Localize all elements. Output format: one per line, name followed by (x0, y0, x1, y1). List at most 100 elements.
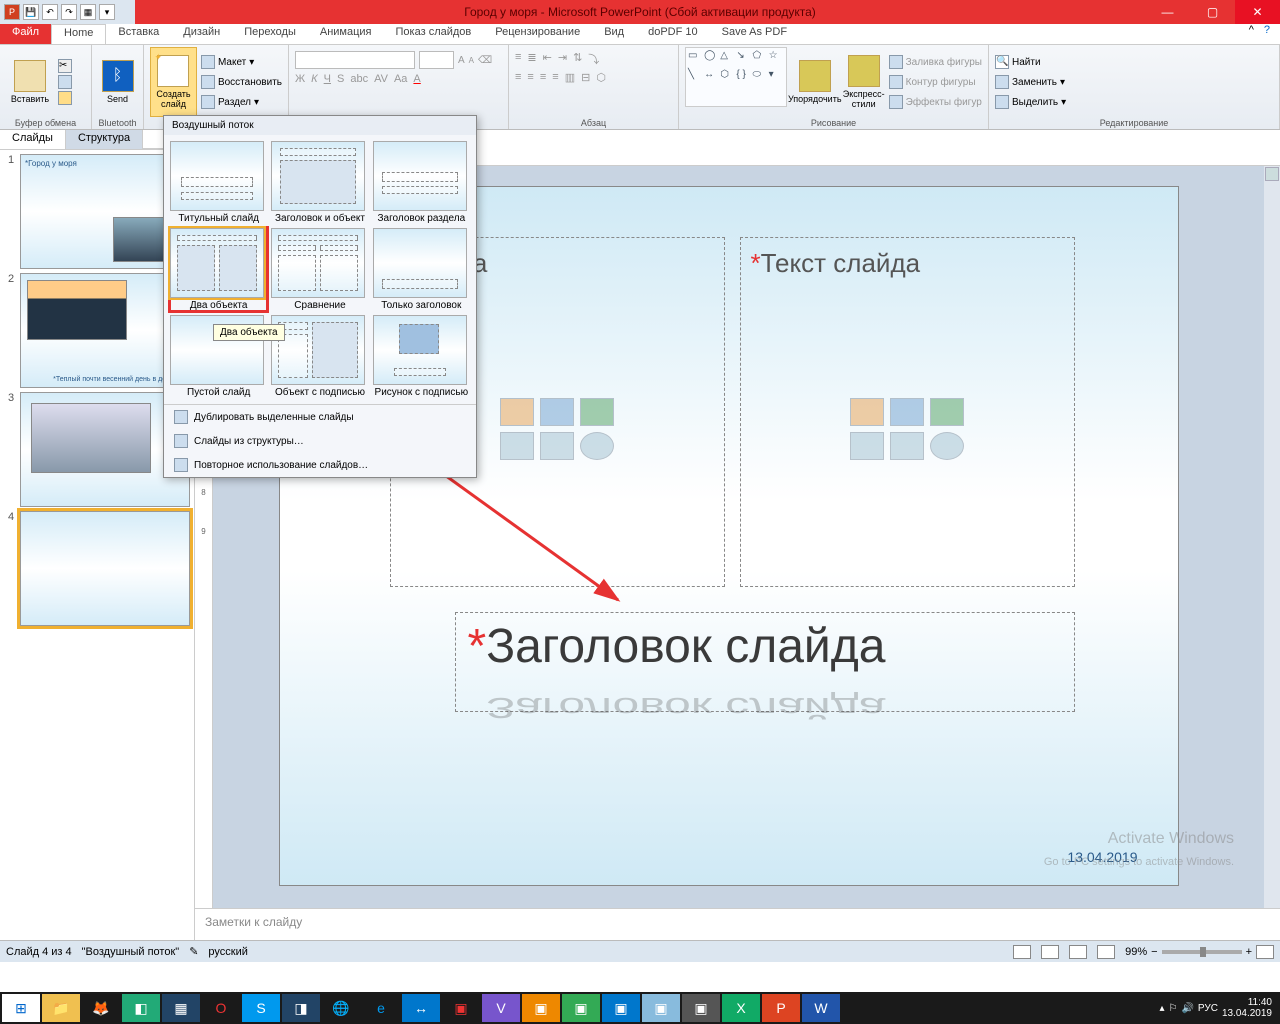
section-button[interactable]: Раздел ▾ (201, 93, 282, 111)
underline-icon[interactable]: Ч (324, 73, 331, 85)
font-name-combo[interactable] (295, 51, 415, 69)
slideshow-tab[interactable]: Показ слайдов (384, 24, 484, 44)
task-notepad[interactable]: ▣ (642, 994, 680, 1022)
zoom-slider[interactable] (1162, 950, 1242, 954)
view-tab[interactable]: Вид (592, 24, 636, 44)
font-size-combo[interactable] (419, 51, 454, 69)
format-painter-icon[interactable] (58, 91, 72, 105)
content-placeholder-right[interactable]: *Текст слайда (740, 237, 1075, 587)
tray-defender-icon[interactable]: ⚐ (1168, 1003, 1177, 1014)
normal-view-button[interactable] (1013, 945, 1031, 959)
duplicate-slides-action[interactable]: Дублировать выделенные слайды (164, 405, 476, 429)
task-app3[interactable]: ▣ (442, 994, 480, 1022)
insert-smartart-icon[interactable] (580, 398, 614, 426)
layout-comparison[interactable]: Сравнение (271, 228, 368, 311)
thumbnail-4[interactable]: 4 (4, 511, 190, 626)
ribbon-minimize-icon[interactable]: ^ (1249, 24, 1254, 44)
reuse-slides-action[interactable]: Повторное использование слайдов… (164, 453, 476, 477)
task-viber[interactable]: V (482, 994, 520, 1022)
save-icon[interactable]: 💾 (23, 4, 39, 20)
tray-lang[interactable]: РУС (1198, 1003, 1218, 1014)
new-slide-button[interactable]: ✦ Создать слайд (150, 47, 197, 117)
notes-pane[interactable]: Заметки к слайду (195, 908, 1280, 940)
qat-icon[interactable]: ▦ (80, 4, 96, 20)
align-left-icon[interactable]: ≡ (515, 71, 521, 84)
columns-icon[interactable]: ▥ (565, 71, 575, 84)
justify-icon[interactable]: ≡ (552, 71, 558, 84)
copy-icon[interactable] (58, 75, 72, 89)
align-text-icon[interactable]: ⊟ (581, 71, 590, 84)
maximize-button[interactable]: ▢ (1190, 0, 1235, 24)
bullets-icon[interactable]: ≡ (515, 51, 521, 67)
home-tab[interactable]: Home (51, 24, 106, 44)
task-teamviewer[interactable]: ↔ (402, 994, 440, 1022)
smartart-icon[interactable]: ⬡ (596, 71, 606, 84)
spacing-icon[interactable]: AV (374, 73, 388, 85)
task-excel[interactable]: X (722, 994, 760, 1022)
dopdf-tab[interactable]: doPDF 10 (636, 24, 710, 44)
task-vbox[interactable]: ◨ (282, 994, 320, 1022)
layout-title-content[interactable]: Заголовок и объект (271, 141, 368, 224)
task-powerpoint[interactable]: P (762, 994, 800, 1022)
slides-from-outline-action[interactable]: Слайды из структуры… (164, 429, 476, 453)
animation-tab[interactable]: Анимация (308, 24, 384, 44)
powerpoint-icon[interactable]: P (4, 4, 20, 20)
insert-picture-icon[interactable] (500, 432, 534, 460)
replace-button[interactable]: Заменить ▾ (995, 73, 1066, 91)
slide-counter[interactable]: Слайд 4 из 4 (6, 946, 72, 958)
vertical-scrollbar[interactable] (1264, 166, 1280, 908)
shape-effects-button[interactable]: Эффекты фигур (889, 93, 982, 111)
review-tab[interactable]: Рецензирование (483, 24, 592, 44)
insert-chart-icon[interactable] (890, 398, 924, 426)
spellcheck-icon[interactable]: ✎ (189, 945, 198, 958)
bluetooth-send-button[interactable]: ᛒ Send (98, 47, 137, 117)
arrange-button[interactable]: Упорядочить (791, 47, 839, 117)
align-right-icon[interactable]: ≡ (540, 71, 546, 84)
task-app1[interactable]: ◧ (122, 994, 160, 1022)
font-color-icon[interactable]: A (413, 73, 420, 85)
zoom-level[interactable]: 99% (1125, 946, 1147, 958)
quick-styles-button[interactable]: Экспресс-стили (843, 47, 885, 117)
shadow-icon[interactable]: S (337, 73, 344, 85)
shrink-font-icon[interactable]: A (469, 56, 474, 65)
shape-fill-button[interactable]: Заливка фигуры (889, 53, 982, 71)
grow-font-icon[interactable]: A (458, 55, 465, 66)
reset-button[interactable]: Восстановить (201, 73, 282, 91)
insert-table-icon[interactable] (850, 398, 884, 426)
task-edge[interactable]: e (362, 994, 400, 1022)
align-center-icon[interactable]: ≡ (527, 71, 533, 84)
numbering-icon[interactable]: ≣ (527, 51, 536, 67)
select-button[interactable]: Выделить ▾ (995, 93, 1066, 111)
task-firefox[interactable]: 🦊 (82, 994, 120, 1022)
task-opera[interactable]: O (202, 994, 240, 1022)
italic-icon[interactable]: К (311, 73, 317, 85)
strike-icon[interactable]: abc (350, 73, 368, 85)
task-skype[interactable]: S (242, 994, 280, 1022)
insert-clipart-icon[interactable] (540, 432, 574, 460)
outline-tab[interactable]: Структура (66, 130, 143, 149)
insert-picture-icon[interactable] (850, 432, 884, 460)
design-tab[interactable]: Дизайн (171, 24, 232, 44)
task-app2[interactable]: ▦ (162, 994, 200, 1022)
scroll-up-icon[interactable] (1265, 167, 1279, 181)
insert-media-icon[interactable] (930, 432, 964, 460)
insert-media-icon[interactable] (580, 432, 614, 460)
task-explorer[interactable]: 📁 (42, 994, 80, 1022)
task-app5[interactable]: ▣ (562, 994, 600, 1022)
minimize-button[interactable]: — (1145, 0, 1190, 24)
transitions-tab[interactable]: Переходы (232, 24, 308, 44)
insert-smartart-icon[interactable] (930, 398, 964, 426)
shapes-gallery[interactable]: ▭◯△↘⬠☆ ╲↔⬡{ }⬭▾ (685, 47, 787, 107)
layout-title-slide[interactable]: Титульный слайд (170, 141, 267, 224)
start-button[interactable]: ⊞ (2, 994, 40, 1022)
insert-tab[interactable]: Вставка (106, 24, 171, 44)
line-spacing-icon[interactable]: ⇅ (573, 51, 582, 67)
layout-section-header[interactable]: Заголовок раздела (373, 141, 470, 224)
tray-volume-icon[interactable]: 🔊 (1181, 1003, 1193, 1014)
redo-icon[interactable]: ↷ (61, 4, 77, 20)
indent-right-icon[interactable]: ⇥ (558, 51, 567, 67)
layout-two-content[interactable]: Два объекта (170, 228, 267, 311)
insert-chart-icon[interactable] (540, 398, 574, 426)
layout-picture-caption[interactable]: Рисунок с подписью (373, 315, 470, 398)
insert-clipart-icon[interactable] (890, 432, 924, 460)
